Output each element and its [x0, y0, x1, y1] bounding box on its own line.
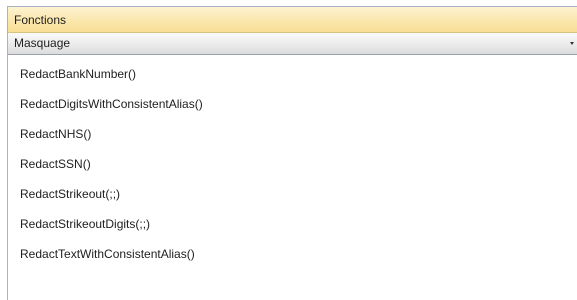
category-dropdown[interactable]: Masquage — [8, 33, 577, 55]
functions-header: Fonctions — [8, 7, 577, 33]
functions-header-label: Fonctions — [14, 13, 67, 27]
function-list-item[interactable]: RedactTextWithConsistentAlias() — [8, 239, 577, 269]
functions-panel: Fonctions Masquage RedactBankNumber() Re… — [7, 6, 577, 300]
function-list-item[interactable]: RedactSSN() — [8, 149, 577, 179]
function-list-item[interactable]: RedactStrikeoutDigits(;;) — [8, 209, 577, 239]
category-dropdown-value: Masquage — [14, 36, 71, 50]
function-list-item[interactable]: RedactDigitsWithConsistentAlias() — [8, 89, 577, 119]
chevron-down-icon[interactable] — [570, 42, 574, 45]
function-list-item[interactable]: RedactStrikeout(;;) — [8, 179, 577, 209]
function-list-item[interactable]: RedactNHS() — [8, 119, 577, 149]
function-list: RedactBankNumber() RedactDigitsWithConsi… — [8, 55, 577, 269]
function-list-item[interactable]: RedactBankNumber() — [8, 59, 577, 89]
